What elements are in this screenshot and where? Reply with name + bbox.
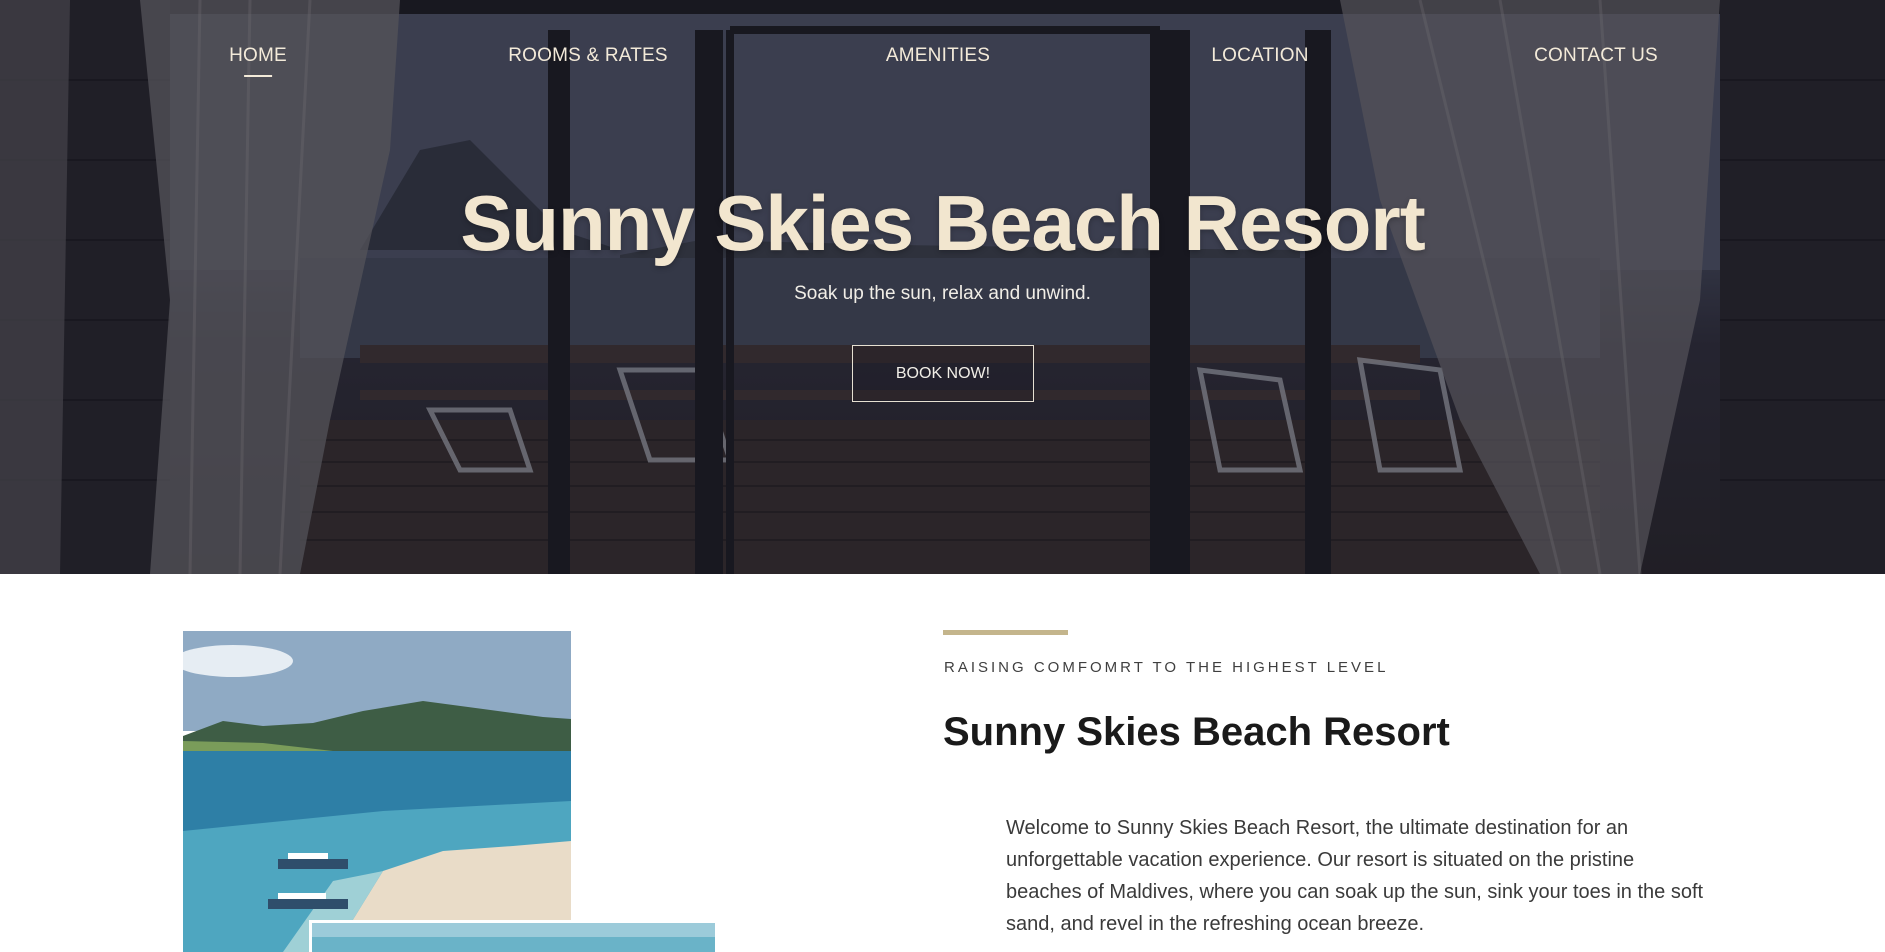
hero-subtitle: Soak up the sun, relax and unwind. [794, 283, 1091, 304]
section-title: Sunny Skies Beach Resort [943, 710, 1450, 754]
nav-amenities[interactable]: AMENITIES [886, 45, 990, 67]
book-now-button[interactable]: BOOK NOW! [852, 345, 1034, 402]
hero-section: HOME ROOMS & RATES AMENITIES LOCATION CO… [0, 0, 1885, 574]
nav-rooms-rates[interactable]: ROOMS & RATES [508, 45, 668, 67]
nav-location[interactable]: LOCATION [1211, 45, 1308, 67]
nav-contact-us[interactable]: CONTACT US [1534, 45, 1658, 67]
nav-home[interactable]: HOME [229, 45, 287, 67]
hero-title: Sunny Skies Beach Resort [460, 179, 1425, 267]
section-eyebrow: RAISING COMFOMRT TO THE HIGHEST LEVEL [944, 659, 1389, 676]
pool-photo [309, 920, 715, 952]
main-nav: HOME ROOMS & RATES AMENITIES LOCATION CO… [0, 0, 1885, 110]
section-accent-line [943, 630, 1068, 635]
beach-photo [183, 631, 571, 952]
intro-paragraph: Welcome to Sunny Skies Beach Resort, the… [1006, 817, 1704, 935]
